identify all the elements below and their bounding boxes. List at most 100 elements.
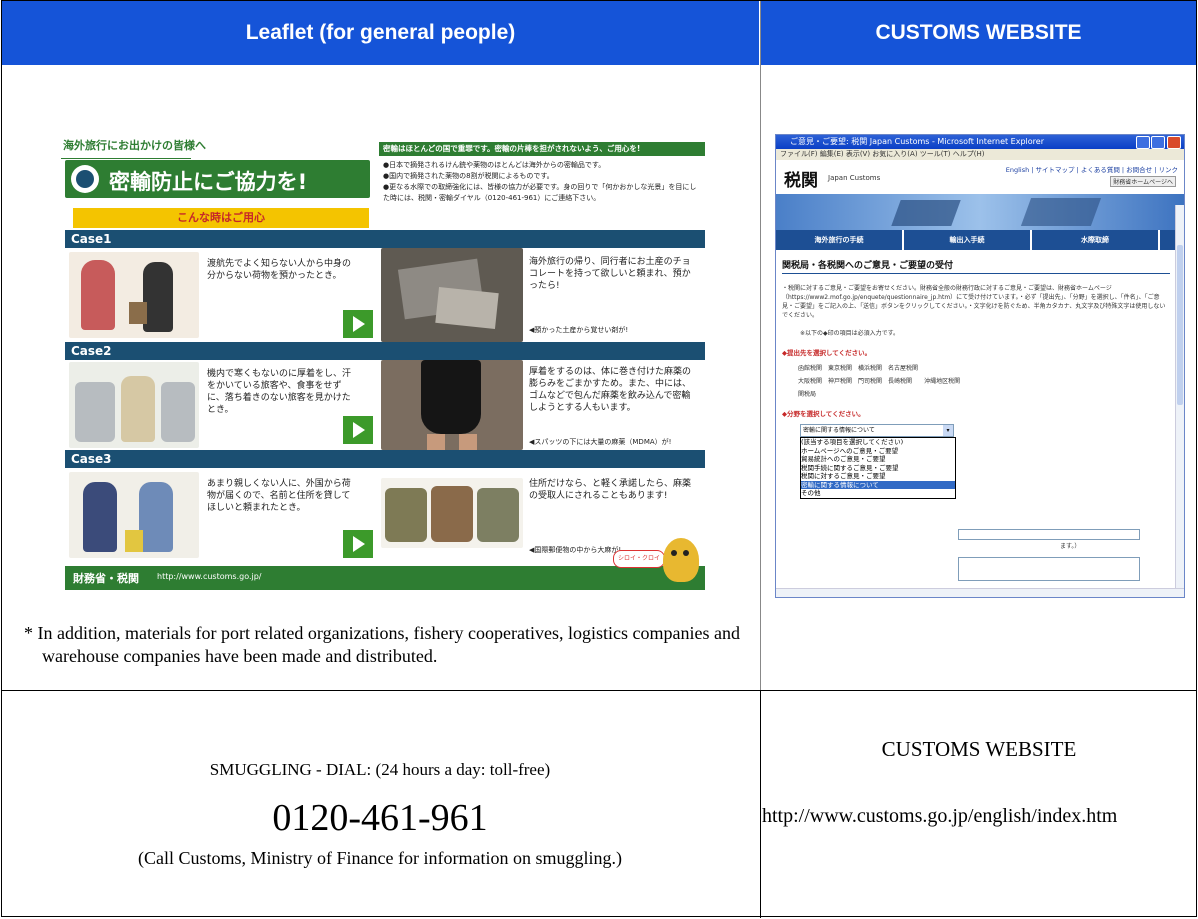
option-7[interactable]: その他 — [801, 489, 955, 498]
radio-moji[interactable]: 門司税関 — [858, 376, 882, 385]
case2-photo — [381, 360, 523, 450]
dest-label: ◆提出先を選択してください。 — [782, 349, 872, 357]
header-leaflet-label: Leaflet (for general people) — [245, 21, 516, 44]
website-label: CUSTOMS WEBSITE — [881, 737, 1077, 761]
dest-radio-group: 函館税関 東京税関 横浜税関 名古屋税関 大阪税関 神戸税関 門司税関 長崎税関… — [798, 363, 1170, 398]
case3-caption: ◀国際郵便物の中から大麻が! — [529, 546, 622, 554]
radio-nagasaki[interactable]: 長崎税関 — [888, 376, 918, 385]
radio-tokyo[interactable]: 東京税関 — [828, 363, 852, 372]
chevron-down-icon[interactable]: ▾ — [943, 425, 953, 436]
site-heading: 関税局・各税関へのご意見・ご要望の受付 — [782, 258, 1170, 274]
leaflet-footer-url: http://www.customs.go.jp/ — [157, 572, 262, 581]
vertical-scrollbar[interactable] — [1175, 205, 1184, 597]
horizontal-scrollbar[interactable] — [776, 588, 1184, 597]
case2-panel: 機内で寒くもないのに厚着をし、汗をかいている旅客や、食事をせずに、落ち着きのない… — [65, 360, 705, 450]
site-banner — [776, 194, 1184, 230]
case1-arrow-icon — [343, 310, 373, 338]
case3-bar: Case3 — [65, 450, 705, 468]
radio-yokohama[interactable]: 横浜税関 — [858, 363, 882, 372]
header-leaflet: Leaflet (for general people) — [2, 1, 759, 65]
leaflet-tagline: 海外旅行にお出かけの皆様へ — [63, 139, 206, 152]
case3-arrow-icon — [343, 530, 373, 558]
radio-hakodate[interactable]: 函館税関 — [798, 363, 822, 372]
browser-titlebar: ご意見・ご要望: 税関 Japan Customs - Microsoft In… — [776, 135, 1184, 149]
dial-phone: 0120-461-961 — [272, 797, 488, 839]
maximize-icon — [1151, 136, 1165, 149]
option-4[interactable]: 税関手続に関するご意見・ご要望 — [801, 464, 955, 473]
dial-note: (Call Customs, Ministry of Finance for i… — [138, 848, 622, 868]
case1-caption: ◀預かった土産から覚せい剤が! — [529, 326, 629, 334]
option-3[interactable]: 貿易統計へのご意見・ご要望 — [801, 455, 955, 464]
case2-text: 機内で寒くもないのに厚着をし、汗をかいている旅客や、食事をせずに、落ち着きのない… — [207, 369, 352, 415]
leaflet-footer-org: 財務省・税関 — [73, 572, 139, 585]
nav-item-travel[interactable]: 海外旅行の手続 — [776, 230, 904, 250]
radio-osaka[interactable]: 大阪税関 — [798, 376, 822, 385]
site-content: 関税局・各税関へのご意見・ご要望の受付 ・税関に対するご意見・ご要望をお寄せくだ… — [776, 250, 1184, 499]
case3-right-text: 住所だけなら、と軽く承諾したら、麻薬の受取人にされることもあります! — [529, 479, 692, 501]
site-paragraph: ・税関に対するご意見・ご要望をお寄せください。財務省全般の財務行政に対するご意見… — [782, 285, 1166, 319]
tagline-rule — [61, 158, 191, 159]
minimize-icon — [1136, 136, 1150, 149]
materials-note: * In addition, materials for port relate… — [24, 623, 740, 666]
row-divider — [1, 690, 1197, 691]
mof-link[interactable]: 財務省ホームページへ — [1110, 176, 1176, 187]
partial-text: ます。） — [1060, 543, 1081, 550]
site-logo: 税関 — [784, 171, 818, 191]
mascot-icon — [663, 538, 699, 582]
case3-text: あまり親しくない人に、外国から荷物が届くので、名前と住所を貸してほしいと頼まれた… — [207, 479, 351, 513]
option-5[interactable]: 税関に対するご意見・ご要望 — [801, 472, 955, 481]
message-textarea[interactable] — [958, 557, 1140, 581]
leaflet-footer-bar: 財務省・税関 http://www.customs.go.jp/ — [65, 566, 705, 590]
radio-okinawa[interactable]: 沖縄地区税関 — [924, 376, 960, 385]
field-select[interactable]: 密輸に関する情報について ▾ — [800, 424, 954, 437]
leaflet-image: 海外旅行にお出かけの皆様へ 密輸防止にご協力を! こんな時はご用心 密輸はほとん… — [57, 130, 705, 590]
radio-nagoya[interactable]: 名古屋税関 — [888, 363, 918, 372]
case2-illustration — [69, 362, 199, 448]
nav-item-border[interactable]: 水際取締 — [1032, 230, 1160, 250]
header-website: CUSTOMS WEBSITE — [761, 1, 1196, 65]
subject-input[interactable] — [958, 529, 1140, 540]
mascot-bubble: シロイ・クロイ — [613, 550, 665, 568]
field-label: ◆分野を選択してください。 — [782, 410, 865, 418]
leaflet-right-banner: 密輸はほとんどの国で重罪です。密輸の片棒を担がされないよう、ご用心を! — [379, 142, 705, 156]
case2-right-text: 厚着をするのは、体に巻き付けた麻薬の膨らみをごまかすため。また、中には、ゴムなど… — [529, 367, 692, 413]
field-select-dropdown: (該当する項目を選択してください) ホームページへのご意見・ご要望 貿易統計への… — [800, 437, 956, 499]
case2-bar: Case2 — [65, 342, 705, 360]
title-banner: 密輸防止にご協力を! — [65, 160, 370, 198]
site-header: 税関 Japan Customs English | サイトマップ | よくある… — [776, 160, 1184, 194]
customs-website-screenshot: ご意見・ご要望: 税関 Japan Customs - Microsoft In… — [775, 134, 1185, 598]
browser-menubar: ファイル(F) 編集(E) 表示(V) お気に入り(A) ツール(T) ヘルプ(… — [776, 149, 1184, 160]
leaflet-bullets: ●日本で摘発されるけん銃や薬物のほとんどは海外からの密輸品です。 ●国内で摘発さ… — [383, 160, 701, 204]
field-select-value: 密輸に関する情報について — [803, 427, 875, 434]
leaflet-subtitle-bar: こんな時はご用心 — [73, 208, 369, 228]
case3-photo — [381, 478, 523, 548]
site-toplinks[interactable]: English | サイトマップ | よくある質問 | お問合せ | リンク — [1006, 164, 1178, 174]
close-icon — [1167, 136, 1181, 149]
option-1[interactable]: (該当する項目を選択してください) — [801, 438, 955, 447]
leaflet-title: 密輸防止にご協力を! — [109, 170, 308, 194]
website-url[interactable]: http://www.customs.go.jp/english/index.h… — [762, 805, 1194, 828]
footer-column-divider — [760, 690, 761, 918]
dial-label: SMUGGLING - DIAL: (24 hours a day: toll-… — [209, 760, 551, 779]
case3-illustration — [69, 472, 199, 558]
browser-title: ご意見・ご要望: 税関 Japan Customs - Microsoft In… — [790, 137, 1044, 146]
bullet-2: ●国内で摘発された薬物の8割が税関によるものです。 — [383, 172, 554, 180]
case1-panel: 渡航先でよく知らない人から中身の分からない荷物を預かったとき。 海外旅行の帰り、… — [65, 248, 705, 342]
case1-right-text: 海外旅行の帰り、同行者にお土産のチョコレートを持って欲しいと頼まれ、預かったら! — [529, 257, 691, 291]
customs-emblem-icon — [71, 165, 99, 193]
case1-text: 渡航先でよく知らない人から中身の分からない荷物を預かったとき。 — [207, 259, 352, 281]
option-6-selected[interactable]: 密輸に関する情報について — [801, 480, 955, 489]
radio-tariff-bureau[interactable]: 関税局 — [798, 389, 822, 398]
bullet-1: ●日本で摘発されるけん銃や薬物のほとんどは海外からの密輸品です。 — [383, 161, 606, 169]
site-nav: 海外旅行の手続 輸出入手続 水際取締 — [776, 230, 1184, 250]
case2-caption: ◀スパッツの下には大量の麻薬（MDMA）が! — [529, 438, 672, 446]
case1-photo — [381, 248, 523, 342]
header-website-label: CUSTOMS WEBSITE — [875, 21, 1082, 44]
bullet-3: ●更なる水際での取締強化には、皆様の協力が必要です。身の回りで「何かおかしな光景… — [383, 183, 697, 202]
case1-bar: Case1 — [65, 230, 705, 248]
nav-item-import-export[interactable]: 輸出入手続 — [904, 230, 1032, 250]
case2-arrow-icon — [343, 416, 373, 444]
radio-kobe[interactable]: 神戸税関 — [828, 376, 852, 385]
leaflet-subtitle: こんな時はご用心 — [177, 211, 265, 224]
option-2[interactable]: ホームページへのご意見・ご要望 — [801, 447, 955, 456]
